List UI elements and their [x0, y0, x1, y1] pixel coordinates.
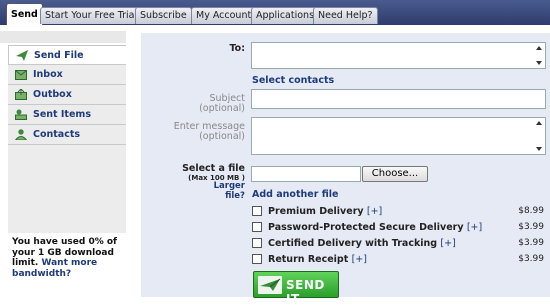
option-label: Certified Delivery with Tracking [+]: [268, 238, 456, 249]
option-label-text: Premium Delivery: [268, 206, 364, 217]
tab-subscribe[interactable]: Subscribe: [135, 7, 192, 24]
choose-file-button[interactable]: Choose...: [362, 166, 428, 182]
top-tab-bar: Send Start Your Free Trial Subscribe My …: [0, 0, 550, 26]
subject-field[interactable]: [251, 89, 546, 109]
option-label: Password-Protected Secure Delivery [+]: [268, 222, 482, 233]
sidebar-nav: Send File Inbox Outbox Sent Items Contac…: [8, 45, 126, 145]
sidebar-item-label: Sent Items: [33, 109, 91, 120]
to-label: To:: [229, 43, 245, 54]
return-receipt-checkbox[interactable]: [252, 254, 262, 264]
option-label: Return Receipt [+]: [268, 254, 367, 265]
option-label-text: Password-Protected Secure Delivery: [268, 222, 464, 233]
option-label: Premium Delivery [+]: [268, 206, 382, 217]
option-premium-delivery: Premium Delivery [+] $8.99: [252, 206, 550, 218]
to-field-scrollbar[interactable]: [534, 43, 545, 68]
add-another-file-link[interactable]: Add another file: [252, 189, 338, 200]
tab-send[interactable]: Send: [6, 3, 43, 26]
send-it-button[interactable]: SEND IT: [253, 271, 339, 306]
message-label: Enter message (optional): [151, 122, 245, 142]
certified-delivery-checkbox[interactable]: [252, 238, 262, 248]
send-form-panel: To: Select contacts Subject (optional) E…: [141, 33, 550, 306]
option-price: $3.99: [518, 254, 544, 264]
option-return-receipt: Return Receipt [+] $3.99: [252, 254, 550, 266]
sent-items-icon: [15, 109, 27, 120]
premium-delivery-checkbox[interactable]: [252, 206, 262, 216]
option-label-text: Certified Delivery with Tracking: [268, 238, 438, 249]
bandwidth-usage-note: You have used 0% of your 1 GB download l…: [12, 237, 122, 279]
option-info-link[interactable]: [+]: [440, 238, 455, 249]
sidebar-item-sent-items[interactable]: Sent Items: [8, 105, 126, 125]
tab-my-account[interactable]: My Account: [191, 7, 257, 24]
subject-label: Subject (optional): [161, 94, 245, 114]
subject-label-optional: (optional): [199, 103, 245, 114]
tab-need-help[interactable]: Need Help?: [313, 7, 378, 24]
option-certified-delivery: Certified Delivery with Tracking [+] $3.…: [252, 238, 550, 250]
larger-file-link[interactable]: Larger file?: [196, 181, 245, 201]
paper-plane-icon: [16, 50, 28, 61]
contacts-icon: [15, 129, 27, 140]
option-price: $8.99: [518, 206, 544, 216]
option-password-protected: Password-Protected Secure Delivery [+] $…: [252, 222, 550, 234]
sidebar-item-outbox[interactable]: Outbox: [8, 85, 126, 105]
sidebar-item-inbox[interactable]: Inbox: [8, 65, 126, 85]
tab-start-free-trial[interactable]: Start Your Free Trial: [40, 7, 143, 24]
option-price: $3.99: [518, 222, 544, 232]
sidebar-item-send-file[interactable]: Send File: [8, 45, 126, 65]
select-file-label: Select a file: [182, 163, 245, 174]
sidebar-item-label: Inbox: [33, 69, 63, 80]
tab-applications[interactable]: Applications: [251, 7, 320, 24]
sidebar-item-label: Contacts: [33, 129, 81, 140]
message-field-scrollbar[interactable]: [534, 118, 545, 154]
sidebar-item-label: Send File: [34, 50, 84, 61]
inbox-icon: [15, 70, 27, 80]
sidebar-item-label: Outbox: [33, 89, 72, 100]
option-price: $3.99: [518, 238, 544, 248]
select-contacts-link[interactable]: Select contacts: [252, 75, 334, 86]
sidebar-header-strip: [0, 31, 126, 43]
outbox-icon: [15, 89, 27, 100]
password-protected-checkbox[interactable]: [252, 222, 262, 232]
sidebar-item-contacts[interactable]: Contacts: [8, 125, 126, 145]
option-info-link[interactable]: [+]: [352, 254, 367, 265]
option-info-link[interactable]: [+]: [467, 222, 482, 233]
option-info-link[interactable]: [+]: [367, 206, 382, 217]
sidebar-filler: [8, 145, 126, 233]
message-field[interactable]: [251, 117, 546, 155]
option-label-text: Return Receipt: [268, 254, 349, 265]
to-field[interactable]: [251, 42, 546, 69]
file-path-field[interactable]: [251, 166, 361, 182]
send-it-label: SEND IT: [286, 278, 325, 306]
message-label-optional: (optional): [199, 131, 245, 142]
send-plane-icon: [258, 276, 282, 294]
